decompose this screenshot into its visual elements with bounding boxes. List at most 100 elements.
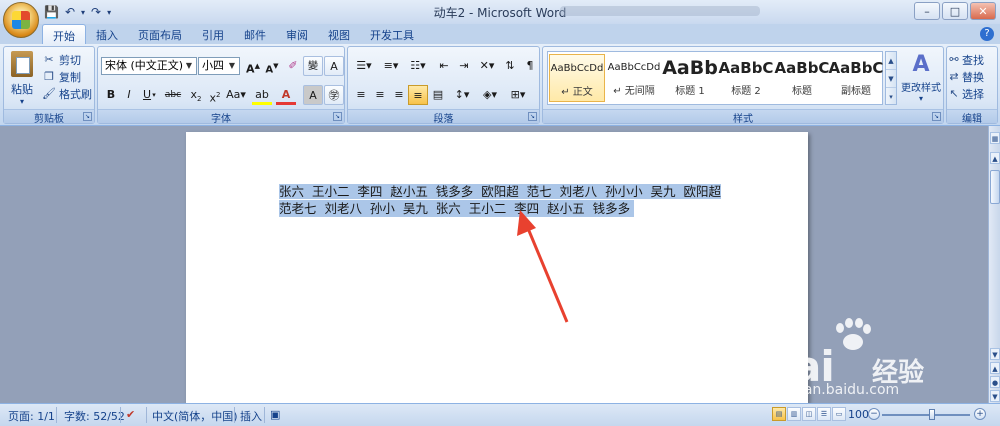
status-insert-mode[interactable]: 插入: [240, 408, 262, 424]
tab-insert[interactable]: 插入: [86, 24, 128, 44]
increase-indent-button[interactable]: ⇥: [454, 56, 474, 76]
document-line-2[interactable]: 范老七 刘老八 孙小 吴九 张六 王小二 李四 赵小五 钱多多: [279, 200, 635, 217]
scroll-thumb[interactable]: [990, 170, 1000, 204]
underline-dropdown-icon[interactable]: ▾: [150, 85, 158, 105]
clear-format-icon[interactable]: ✐: [283, 56, 303, 76]
replace-button[interactable]: ⇄ 替换: [949, 68, 984, 86]
next-page-icon[interactable]: ▼: [990, 390, 1000, 402]
borders-button[interactable]: ⊞▾: [506, 85, 530, 105]
font-name-combo[interactable]: 宋体 (中文正文) ▼: [101, 57, 197, 75]
browse-object-icon[interactable]: ●: [990, 376, 1000, 388]
office-button[interactable]: [3, 2, 39, 38]
find-button[interactable]: ⚯ 查找: [949, 51, 984, 69]
enclose-characters-icon[interactable]: ㊫: [324, 85, 344, 105]
style-no-spacing[interactable]: AaBbCcDd ↵ 无间隔: [606, 54, 662, 102]
gallery-more-icon[interactable]: ▾: [886, 88, 896, 106]
shrink-font-button[interactable]: A▼: [262, 56, 282, 76]
paste-button[interactable]: 粘贴 ▾: [8, 49, 36, 109]
maximize-button[interactable]: □: [942, 2, 968, 20]
macro-record-icon[interactable]: ▣: [270, 408, 280, 421]
grow-font-button[interactable]: A▲: [243, 56, 263, 76]
full-screen-view-icon[interactable]: ▥: [787, 407, 801, 421]
align-left-button[interactable]: ≡: [351, 85, 371, 105]
select-button[interactable]: ↖ 选择: [949, 85, 984, 103]
align-right-button[interactable]: ≡: [389, 85, 409, 105]
minimize-button[interactable]: –: [914, 2, 940, 20]
replace-icon: ⇄: [949, 70, 959, 83]
document-line-1[interactable]: 张六 王小二 李四 赵小五 钱多多 欧阳超 范七 刘老八 孙小小 吴九 欧阳超: [279, 184, 721, 199]
chinese-layout-button[interactable]: ✕▾: [474, 56, 500, 76]
font-launcher-icon[interactable]: ↘: [333, 112, 342, 121]
scroll-up-icon[interactable]: ▲: [990, 152, 1000, 164]
sort-button[interactable]: ⇅: [500, 56, 520, 76]
clipboard-group: 粘贴 ▾ ✂ 剪切 ❐ 复制 🖌 格式刷 剪贴板 ↘: [3, 46, 95, 125]
styles-launcher-icon[interactable]: ↘: [932, 112, 941, 121]
multilevel-list-button[interactable]: ☷▾: [405, 56, 431, 76]
paragraph-launcher-icon[interactable]: ↘: [528, 112, 537, 121]
font-size-combo[interactable]: 小四 ▼: [198, 57, 240, 75]
style-title[interactable]: AaBbC 标题: [774, 54, 830, 102]
zoom-slider-track[interactable]: [882, 414, 970, 416]
tab-developer[interactable]: 开发工具: [360, 24, 424, 44]
decrease-indent-button[interactable]: ⇤: [434, 56, 454, 76]
vertical-scrollbar[interactable]: ▦ ▲ ▼ ▲ ● ▼: [988, 126, 1000, 403]
document-body[interactable]: 张六 王小二 李四 赵小五 钱多多 欧阳超 范七 刘老八 孙小小 吴九 欧阳超 …: [279, 183, 739, 217]
strikethrough-button[interactable]: abc: [162, 85, 184, 105]
clipboard-launcher-icon[interactable]: ↘: [83, 112, 92, 121]
status-page[interactable]: 页面: 1/1: [8, 408, 55, 424]
highlight-color-button[interactable]: ab: [252, 85, 272, 105]
format-painter-button[interactable]: 🖌 格式刷: [42, 85, 92, 103]
tab-references[interactable]: 引用: [192, 24, 234, 44]
scroll-down-icon[interactable]: ▼: [990, 348, 1000, 360]
numbering-button[interactable]: ≡▾: [378, 56, 404, 76]
gallery-up-icon[interactable]: ▲: [886, 52, 896, 70]
tab-mailings[interactable]: 邮件: [234, 24, 276, 44]
style-heading-2[interactable]: AaBbC 标题 2: [718, 54, 774, 102]
change-case-button[interactable]: Aa▾: [224, 85, 248, 105]
cut-button[interactable]: ✂ 剪切: [42, 51, 81, 69]
bullets-button[interactable]: ☰▾: [351, 56, 377, 76]
zoom-in-icon[interactable]: +: [974, 408, 986, 420]
style-subtitle[interactable]: AaBbC 副标题: [828, 54, 884, 102]
zoom-slider-thumb[interactable]: [929, 409, 935, 420]
tab-review[interactable]: 审阅: [276, 24, 318, 44]
tab-page-layout[interactable]: 页面布局: [128, 24, 192, 44]
zoom-out-icon[interactable]: −: [868, 408, 880, 420]
subscript-button[interactable]: x2: [186, 85, 206, 105]
font-color-button[interactable]: A: [276, 85, 296, 105]
outline-view-icon[interactable]: ☰: [817, 407, 831, 421]
gallery-down-icon[interactable]: ▼: [886, 70, 896, 88]
italic-button[interactable]: I: [119, 85, 139, 105]
tab-home[interactable]: 开始: [42, 24, 86, 44]
character-border-icon[interactable]: A: [324, 56, 344, 76]
superscript-button[interactable]: x2: [205, 85, 225, 105]
status-word-count[interactable]: 字数: 52/52: [64, 408, 125, 424]
shading-button[interactable]: ◈▾: [478, 85, 502, 105]
copy-button[interactable]: ❐ 复制: [42, 68, 81, 86]
format-painter-label: 格式刷: [59, 88, 92, 101]
ruler-toggle-icon[interactable]: ▦: [990, 132, 1000, 144]
distributed-button[interactable]: ▤: [428, 85, 448, 105]
web-layout-view-icon[interactable]: ◫: [802, 407, 816, 421]
show-marks-button[interactable]: ¶: [520, 56, 540, 76]
close-button[interactable]: ✕: [970, 2, 996, 20]
draft-view-icon[interactable]: ▭: [832, 407, 846, 421]
status-language[interactable]: 中文(简体，中国): [152, 408, 238, 424]
style-heading-1[interactable]: AaBb 标题 1: [662, 54, 718, 102]
help-icon[interactable]: ?: [980, 27, 994, 41]
print-layout-view-icon[interactable]: ▤: [772, 407, 786, 421]
bold-button[interactable]: B: [101, 85, 121, 105]
document-page[interactable]: 张六 王小二 李四 赵小五 钱多多 欧阳超 范七 刘老八 孙小小 吴九 欧阳超 …: [186, 132, 808, 403]
align-center-button[interactable]: ≡: [370, 85, 390, 105]
character-shading-icon[interactable]: A: [303, 85, 323, 105]
change-styles-dropdown-icon: ▾: [918, 94, 923, 103]
line-spacing-button[interactable]: ↕▾: [450, 85, 474, 105]
justify-button[interactable]: ≡: [408, 85, 428, 105]
phonetic-guide-icon[interactable]: 變: [303, 56, 323, 76]
paragraph-group-label: 段落: [348, 109, 539, 125]
spellcheck-icon[interactable]: ✔: [126, 408, 135, 421]
prev-page-icon[interactable]: ▲: [990, 362, 1000, 374]
change-styles-button[interactable]: A 更改样式 ▾: [899, 51, 943, 107]
tab-view[interactable]: 视图: [318, 24, 360, 44]
style-normal[interactable]: AaBbCcDd ↵ 正文: [549, 54, 605, 102]
